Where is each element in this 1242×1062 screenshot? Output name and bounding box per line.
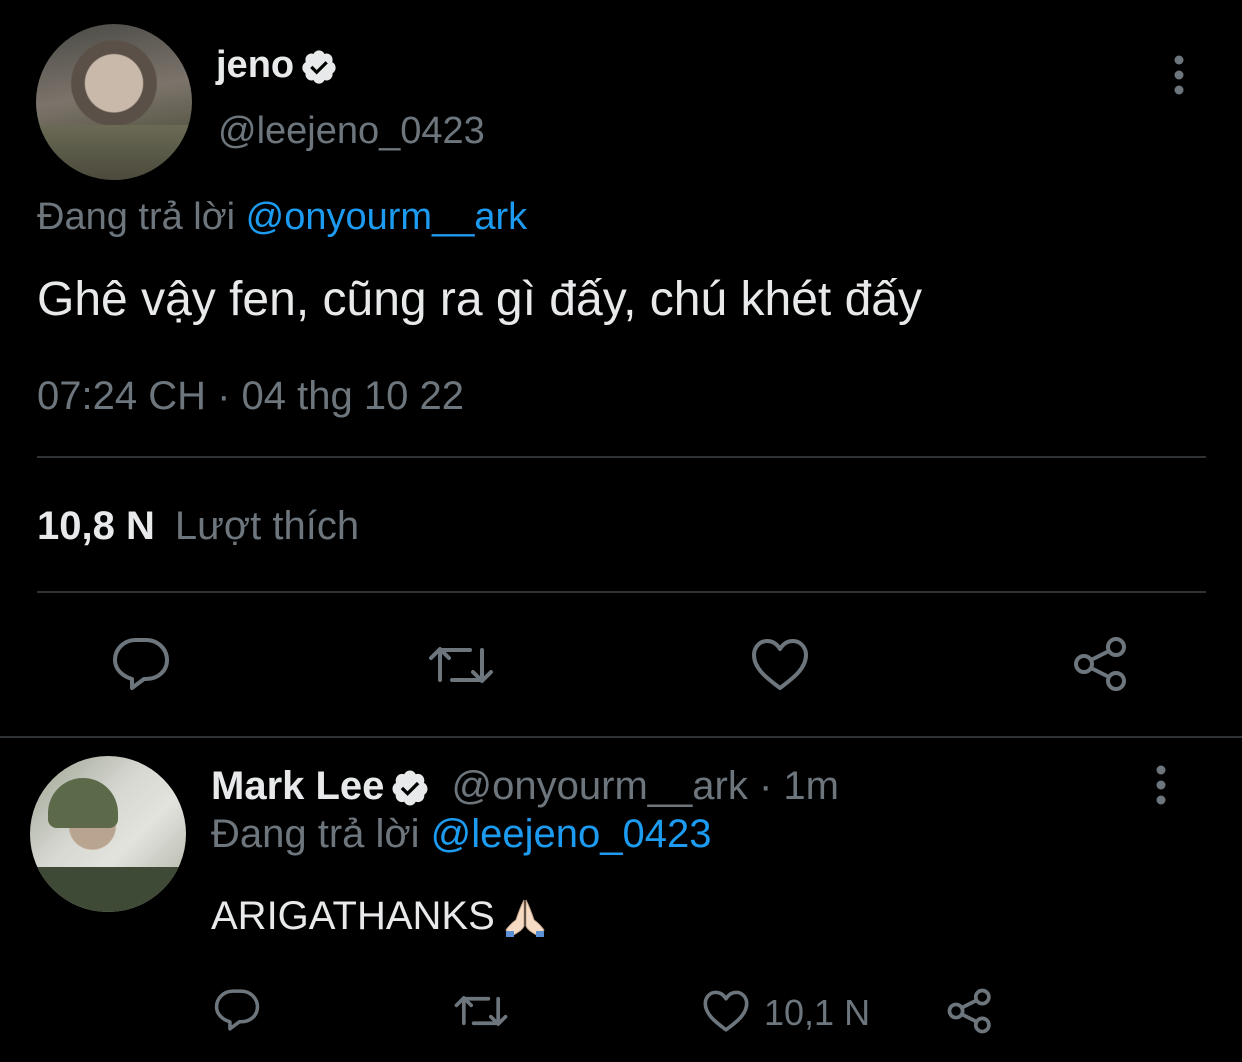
author-name-row[interactable]: jeno	[216, 44, 338, 87]
reply-replying-to-line: Đang trả lời @leejeno_0423	[211, 812, 712, 857]
author-handle[interactable]: @leejeno_0423	[218, 110, 485, 153]
share-icon[interactable]	[1072, 636, 1130, 692]
verified-badge-icon	[390, 768, 430, 808]
retweet-icon[interactable]	[454, 990, 508, 1032]
reply-handle[interactable]: @onyourm__ark	[452, 764, 748, 808]
replying-to-line: Đang trả lời @onyourm__ark	[37, 196, 527, 239]
verified-badge-icon	[300, 48, 338, 86]
divider	[37, 456, 1206, 458]
replying-prefix: Đang trả lời	[37, 196, 236, 238]
reply-display-name[interactable]: Mark Lee	[211, 764, 384, 808]
likes-label: Lượt thích	[174, 504, 360, 548]
reply-author-avatar[interactable]	[30, 756, 186, 912]
reply-replying-prefix: Đang trả lời	[211, 812, 420, 856]
share-icon[interactable]	[946, 988, 994, 1034]
replying-to-link[interactable]: @onyourm__ark	[246, 196, 527, 238]
more-options-icon[interactable]	[1149, 764, 1173, 808]
reply-like-count[interactable]: 10,1 N	[764, 992, 870, 1034]
reply-text: ARIGATHANKS	[211, 894, 495, 938]
tweet-timestamp[interactable]: 07:24 CH · 04 thg 10 22	[37, 374, 464, 419]
likes-stat[interactable]: 10,8 N Lượt thích	[37, 504, 359, 549]
reply-replying-to-link[interactable]: @leejeno_0423	[431, 812, 712, 856]
retweet-icon[interactable]	[428, 640, 494, 690]
divider	[37, 591, 1206, 593]
reply-separator: ·	[758, 764, 773, 808]
reply-icon[interactable]	[112, 636, 170, 692]
tweet-separator	[0, 736, 1242, 738]
reply-time[interactable]: 1m	[783, 764, 839, 808]
like-icon[interactable]	[750, 638, 810, 692]
likes-count: 10,8 N	[37, 504, 155, 548]
reply-text-row: ARIGATHANKS	[211, 894, 547, 939]
reply-icon[interactable]	[214, 988, 260, 1032]
like-icon[interactable]	[702, 990, 750, 1033]
reply-header: Mark Lee @onyourm__ark · 1m	[211, 764, 839, 809]
tweet-text: Ghê vậy fen, cũng ra gì đấy, chú khét đấ…	[37, 273, 922, 326]
author-avatar[interactable]	[36, 24, 192, 180]
author-display-name[interactable]: jeno	[216, 44, 294, 86]
folded-hands-icon	[503, 898, 547, 938]
more-options-icon[interactable]	[1167, 54, 1191, 98]
